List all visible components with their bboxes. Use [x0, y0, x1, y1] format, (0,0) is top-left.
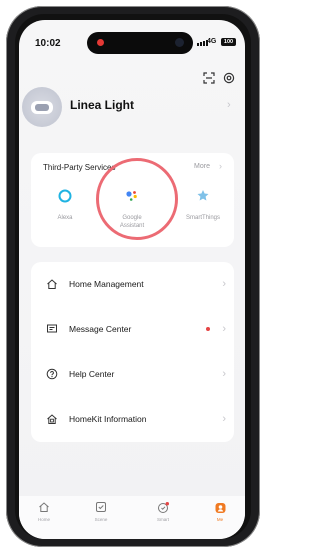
menu-item-help-center[interactable]: Help Center ›	[31, 352, 234, 396]
me-tab-icon	[213, 500, 227, 514]
service-label: SmartThings	[185, 215, 220, 221]
service-label: Alexa	[57, 215, 73, 221]
status-bar: 10:02 4G 100	[19, 20, 245, 58]
lamp-device-icon	[31, 100, 53, 114]
highlight-ring	[96, 158, 178, 240]
menu-item-label: Help Center	[69, 369, 115, 379]
chevron-right-icon: ›	[227, 99, 231, 111]
homekit-icon	[45, 412, 59, 426]
chevron-right-icon: ›	[222, 323, 226, 335]
tab-bar: Home Scene Smart Me	[19, 496, 245, 539]
app-screen: 10:02 4G 100 Linea Light › Third-Party S…	[19, 20, 245, 539]
tab-scene[interactable]: Scene	[81, 500, 121, 522]
tab-label: Home	[37, 517, 50, 522]
service-smartthings[interactable]: SmartThings	[173, 189, 233, 222]
home-tab-icon	[37, 500, 51, 514]
help-icon	[45, 367, 59, 381]
menu-item-message-center[interactable]: Message Center ›	[31, 307, 234, 351]
tab-label: Me	[216, 517, 224, 522]
menu-card: Home Management › Message Center › Help …	[31, 262, 234, 442]
tab-me[interactable]: Me	[200, 500, 240, 522]
message-icon	[45, 322, 59, 336]
menu-item-label: HomeKit Information	[69, 414, 147, 424]
menu-item-homekit-information[interactable]: HomeKit Information ›	[31, 397, 234, 441]
front-camera	[175, 38, 184, 47]
chevron-right-icon: ›	[222, 368, 226, 380]
scene-tab-icon	[94, 500, 108, 514]
tab-label: Smart	[156, 517, 169, 522]
menu-item-label: Message Center	[69, 324, 132, 334]
settings-icon[interactable]	[221, 70, 237, 86]
dynamic-island	[87, 32, 193, 54]
device-avatar	[22, 87, 62, 127]
smart-tab-icon	[156, 500, 170, 514]
tab-home[interactable]: Home	[24, 500, 64, 522]
smartthings-icon	[197, 190, 209, 201]
profile-name: Linea Light	[70, 98, 134, 112]
menu-item-label: Home Management	[69, 279, 144, 289]
service-alexa[interactable]: Alexa	[35, 189, 95, 222]
status-time: 10:02	[35, 38, 61, 49]
tab-label: Scene	[94, 517, 108, 522]
scan-icon[interactable]	[201, 70, 217, 86]
chevron-right-icon: ›	[222, 413, 226, 425]
section-title: Third-Party Services	[43, 163, 116, 172]
tab-smart[interactable]: Smart	[143, 500, 183, 522]
chevron-right-icon: ›	[219, 161, 222, 171]
recording-indicator	[97, 39, 104, 46]
more-link[interactable]: More	[194, 163, 210, 170]
battery-icon: 100	[221, 38, 236, 46]
menu-item-home-management[interactable]: Home Management ›	[31, 262, 234, 306]
home-icon	[45, 277, 59, 291]
network-type: 4G	[207, 38, 217, 45]
notification-dot	[206, 327, 210, 331]
chevron-right-icon: ›	[222, 278, 226, 290]
alexa-icon	[58, 189, 72, 203]
